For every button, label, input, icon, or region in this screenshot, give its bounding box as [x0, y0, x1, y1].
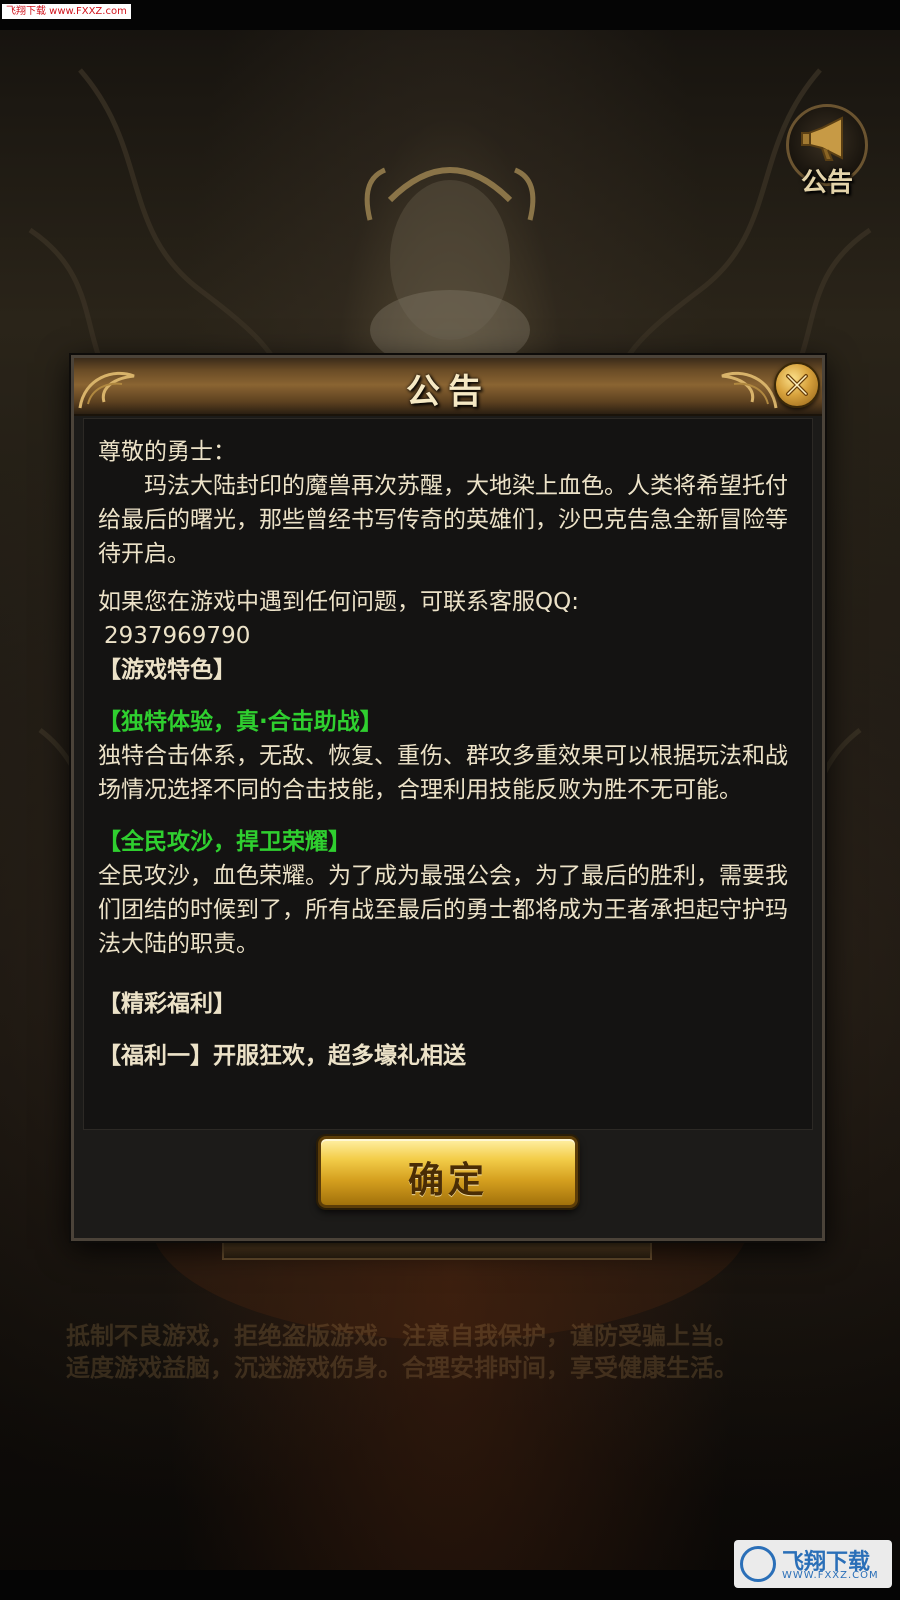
- qq-number: 2937969790: [104, 623, 251, 649]
- announcement-content-panel[interactable]: 尊敬的勇士： 玛法大陆封印的魔兽再次苏醒，大地染上血色。人类将希望托付给最后的曙…: [83, 418, 813, 1130]
- feature1-title: 【独特体验，真·合击助战】: [98, 709, 383, 735]
- watermark-bottom: 飞翔下载 WWW.FXXZ.COM: [734, 1540, 892, 1588]
- health-notice-line2: 适度游戏益脑，沉迷游戏伤身。合理安排时间，享受健康生活。: [66, 1354, 738, 1382]
- watermark-bottom-sub: WWW.FXXZ.COM: [782, 1570, 879, 1581]
- announcement-content: 尊敬的勇士： 玛法大陆封印的魔兽再次苏醒，大地染上血色。人类将希望托付给最后的曙…: [98, 429, 798, 1073]
- greeting-text: 尊敬的勇士：: [98, 439, 236, 465]
- watermark-logo-icon: [740, 1546, 776, 1582]
- dialog-header: 公告: [74, 358, 822, 416]
- close-icon: [786, 374, 808, 396]
- feature2-text: 全民攻沙，血色荣耀。为了成为最强公会，为了最后的胜利，需要我们团结的时候到了，所…: [98, 863, 788, 957]
- feature2-title: 【全民攻沙，捍卫荣耀】: [98, 829, 351, 855]
- horn-icon: [801, 116, 843, 161]
- confirm-button[interactable]: 确定: [318, 1136, 578, 1208]
- notice-button-label: 公告: [800, 168, 853, 198]
- features-heading: 【游戏特色】: [98, 657, 236, 683]
- watermark-top: 飞翔下载 www.FXXZ.com: [2, 4, 131, 19]
- close-button[interactable]: [774, 362, 820, 408]
- feature1-text: 独特合击体系，无敌、恢复、重伤、群攻多重效果可以根据玩法和战场情况选择不同的合击…: [98, 743, 788, 803]
- health-notice: 抵制不良游戏，拒绝盗版游戏。注意自我保护，谨防受骗上当。 适度游戏益脑，沉迷游戏…: [66, 1320, 836, 1384]
- confirm-button-label: 确定: [407, 1159, 488, 1201]
- game-screen: 飞翔下载 www.FXXZ.com 公告 抵制不良游戏，拒绝盗版游戏。注意自我保…: [0, 0, 900, 1600]
- intro-text: 玛法大陆封印的魔兽再次苏醒，大地染上血色。人类将希望托付给最后的曙光，那些曾经书…: [98, 473, 788, 567]
- announcement-dialog: 公告 尊敬的勇士： 玛法大陆封印的魔兽再次苏醒，大地染上血色。人类将希望托付给最…: [71, 355, 825, 1241]
- welfare-heading: 【精彩福利】: [98, 991, 236, 1017]
- contact-text: 如果您在游戏中遇到任何问题，可联系客服QQ:: [98, 589, 579, 615]
- status-bar: 飞翔下载 www.FXXZ.com: [0, 0, 900, 30]
- dialog-title: 公告: [406, 372, 490, 412]
- notice-button[interactable]: 公告: [782, 102, 878, 202]
- decorative-banner: [222, 1238, 652, 1260]
- health-notice-line1: 抵制不良游戏，拒绝盗版游戏。注意自我保护，谨防受骗上当。: [66, 1322, 738, 1350]
- welfare1-text: 【福利一】开服狂欢，超多壕礼相送: [98, 1043, 466, 1069]
